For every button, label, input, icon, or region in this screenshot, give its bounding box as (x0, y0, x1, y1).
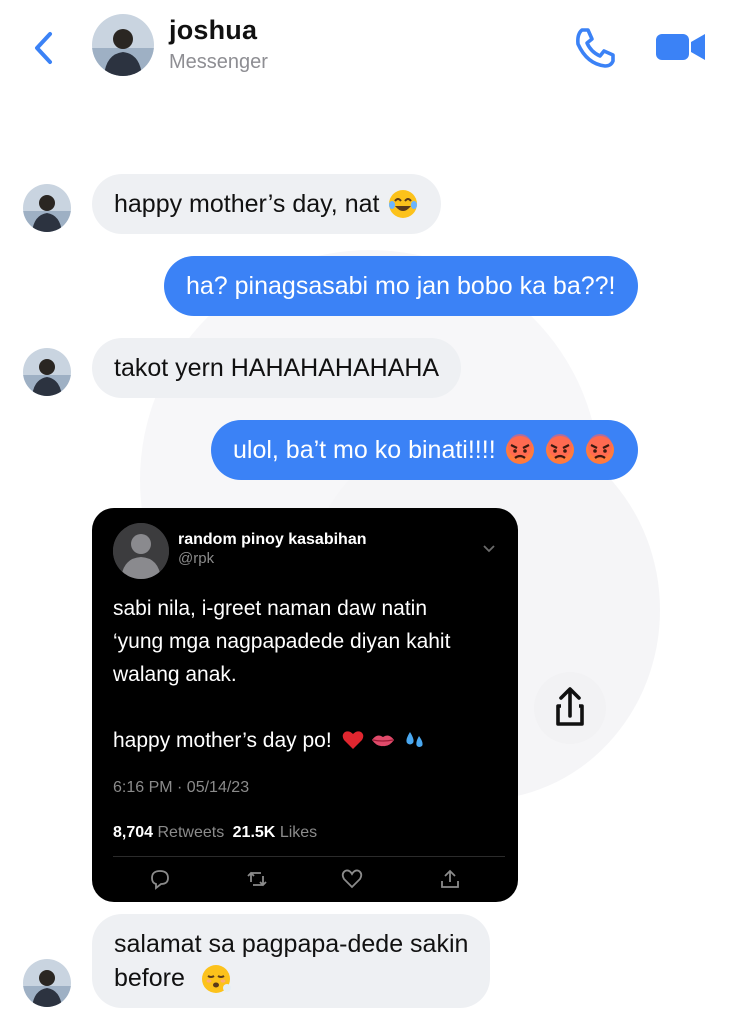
chevron-down-icon[interactable] (482, 544, 496, 554)
message-text: before (114, 963, 185, 992)
message-text: takot yern HAHAHAHAHAHA (114, 354, 440, 382)
tweet-body: sabi nila, i-greet naman daw natin ‘yung… (113, 592, 503, 757)
message-text-line: before (114, 961, 232, 995)
retweet-label: Retweets (157, 824, 225, 841)
angry-face-emoji-icon (545, 434, 574, 464)
tweet-author-handle: @rpk (178, 550, 215, 567)
shared-tweet-card[interactable]: random pinoy kasabihan @rpk sabi nila, i… (92, 508, 518, 902)
message-bubble-incoming[interactable]: happy mother’s day, nat (92, 174, 442, 234)
laughing-tears-emoji-icon (389, 190, 418, 218)
message-text-line: salamat sa pagpapa-dede sakin (114, 929, 469, 958)
reply-icon[interactable] (149, 868, 171, 890)
tweet-divider (113, 856, 505, 857)
sweat-droplets-icon (406, 732, 423, 747)
back-chevron-icon[interactable] (30, 28, 58, 68)
red-heart-icon (342, 731, 363, 749)
sender-avatar[interactable] (23, 348, 71, 396)
tweet-text-line: sabi nila, i-greet naman daw natin (113, 597, 428, 620)
lips-icon (372, 735, 395, 747)
tweet-text-line: walang anak. (113, 663, 237, 686)
sender-avatar[interactable] (23, 184, 71, 232)
tweet-text-line: ‘yung mga nagpapadede diyan kahit (113, 630, 451, 653)
phone-call-icon[interactable] (573, 26, 617, 68)
share-icon[interactable] (439, 868, 461, 890)
tweet-author-name: random pinoy kasabihan (178, 531, 367, 548)
angry-face-emoji-icon (585, 434, 614, 464)
message-bubble-incoming[interactable]: salamat sa pagpapa-dede sakin before (92, 914, 491, 1008)
tweet-text-line: happy mother’s day po! (113, 724, 503, 757)
message-bubble-incoming[interactable]: takot yern HAHAHAHAHAHA (92, 338, 462, 398)
message-text: ulol, ba’t mo ko binati!!!! (233, 436, 496, 464)
share-button[interactable] (534, 672, 606, 744)
video-call-icon[interactable] (655, 30, 707, 64)
message-text: ha? pinagsasabi mo jan bobo ka ba??! (186, 272, 616, 300)
chat-header: joshua Messenger (0, 0, 732, 100)
tweet-author-avatar (113, 523, 169, 579)
tweet-greeting: happy mother’s day po! (113, 729, 332, 752)
message-bubble-outgoing[interactable]: ha? pinagsasabi mo jan bobo ka ba??! (164, 256, 638, 316)
like-heart-icon[interactable] (341, 868, 363, 890)
sender-avatar[interactable] (23, 959, 71, 1007)
contact-name[interactable]: joshua (169, 15, 257, 46)
like-label: Likes (279, 824, 318, 841)
tweet-timestamp: 6:16 PM · 05/14/23 (113, 779, 250, 796)
face-exhaling-emoji-icon (201, 965, 231, 994)
angry-face-emoji-icon (505, 434, 534, 464)
retweet-count: 8,704 (113, 824, 154, 841)
message-bubble-outgoing[interactable]: ulol, ba’t mo ko binati!!!! (211, 420, 638, 480)
contact-avatar[interactable] (92, 14, 154, 76)
retweet-icon[interactable] (246, 868, 268, 890)
like-count: 21.5K (232, 824, 276, 841)
tweet-stats: 8,704 Retweets 21.5K Likes (113, 824, 317, 842)
message-text: happy mother’s day, nat (114, 190, 380, 218)
contact-subtitle: Messenger (169, 51, 268, 73)
share-upload-icon (556, 687, 584, 726)
